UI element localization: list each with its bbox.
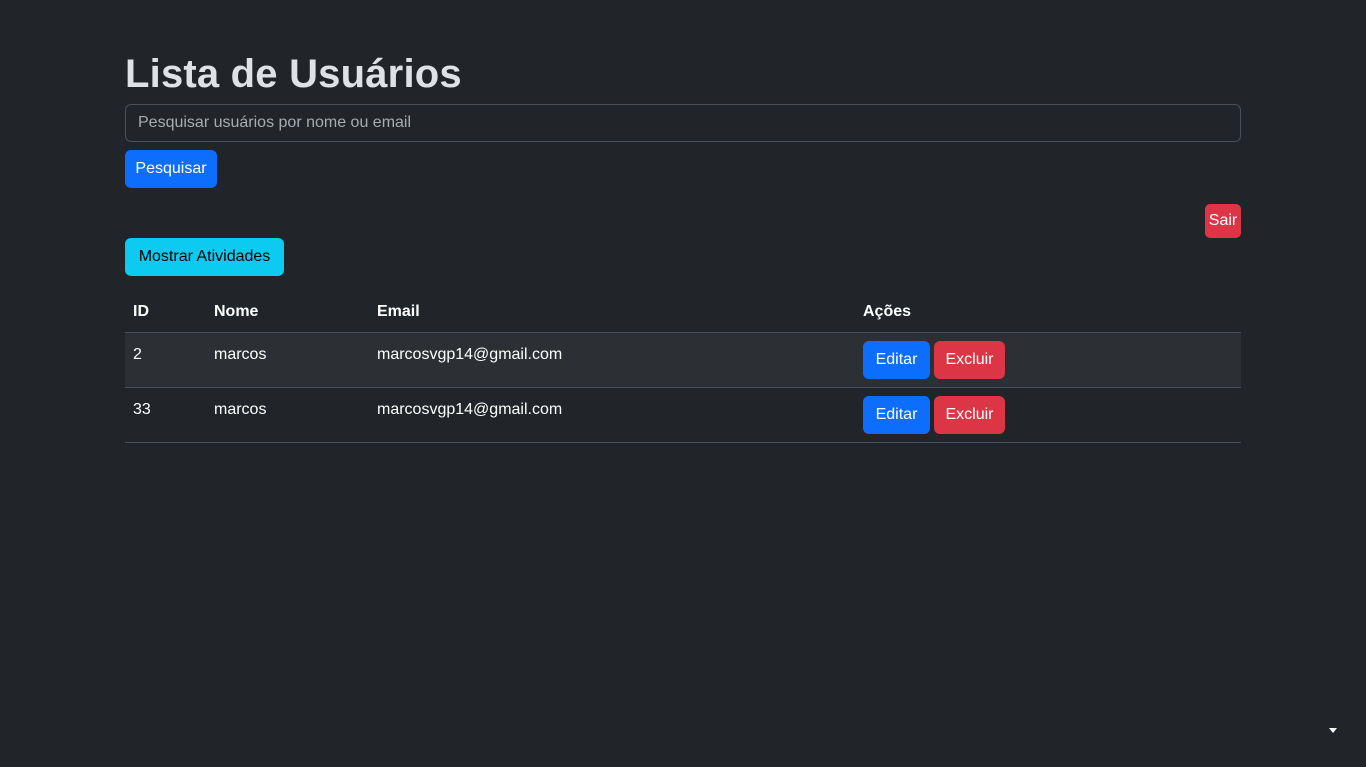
delete-button[interactable]: Excluir bbox=[934, 340, 1005, 379]
cell-id: 2 bbox=[125, 332, 206, 388]
table-row: 2 marcos marcosvgp14@gmail.com Editar Ex… bbox=[125, 332, 1241, 388]
cell-id: 33 bbox=[125, 387, 206, 443]
delete-button[interactable]: Excluir bbox=[934, 395, 1005, 434]
column-header-id: ID bbox=[125, 292, 206, 333]
edit-button[interactable]: Editar bbox=[863, 340, 930, 379]
caret-down-icon[interactable] bbox=[1329, 728, 1337, 733]
table-header-row: ID Nome Email Ações bbox=[125, 292, 1241, 333]
column-header-email: Email bbox=[369, 292, 855, 333]
cell-actions: Editar Excluir bbox=[855, 387, 1241, 443]
cell-email: marcosvgp14@gmail.com bbox=[369, 332, 855, 388]
row-actions: Editar Excluir bbox=[863, 395, 1233, 434]
show-activities-button[interactable]: Mostrar Atividades bbox=[125, 238, 284, 276]
edit-button[interactable]: Editar bbox=[863, 395, 930, 434]
cell-actions: Editar Excluir bbox=[855, 332, 1241, 388]
row-actions: Editar Excluir bbox=[863, 340, 1233, 379]
search-button[interactable]: Pesquisar bbox=[125, 150, 217, 188]
logout-button[interactable]: Sair bbox=[1205, 204, 1241, 238]
column-header-actions: Ações bbox=[855, 292, 1241, 333]
table-row: 33 marcos marcosvgp14@gmail.com Editar E… bbox=[125, 387, 1241, 443]
search-input[interactable] bbox=[125, 104, 1241, 142]
cell-name: marcos bbox=[206, 332, 369, 388]
column-header-name: Nome bbox=[206, 292, 369, 333]
page-title: Lista de Usuários bbox=[125, 52, 462, 96]
cell-email: marcosvgp14@gmail.com bbox=[369, 387, 855, 443]
users-table: ID Nome Email Ações 2 marcos marcosvgp14… bbox=[125, 292, 1241, 443]
cell-name: marcos bbox=[206, 387, 369, 443]
